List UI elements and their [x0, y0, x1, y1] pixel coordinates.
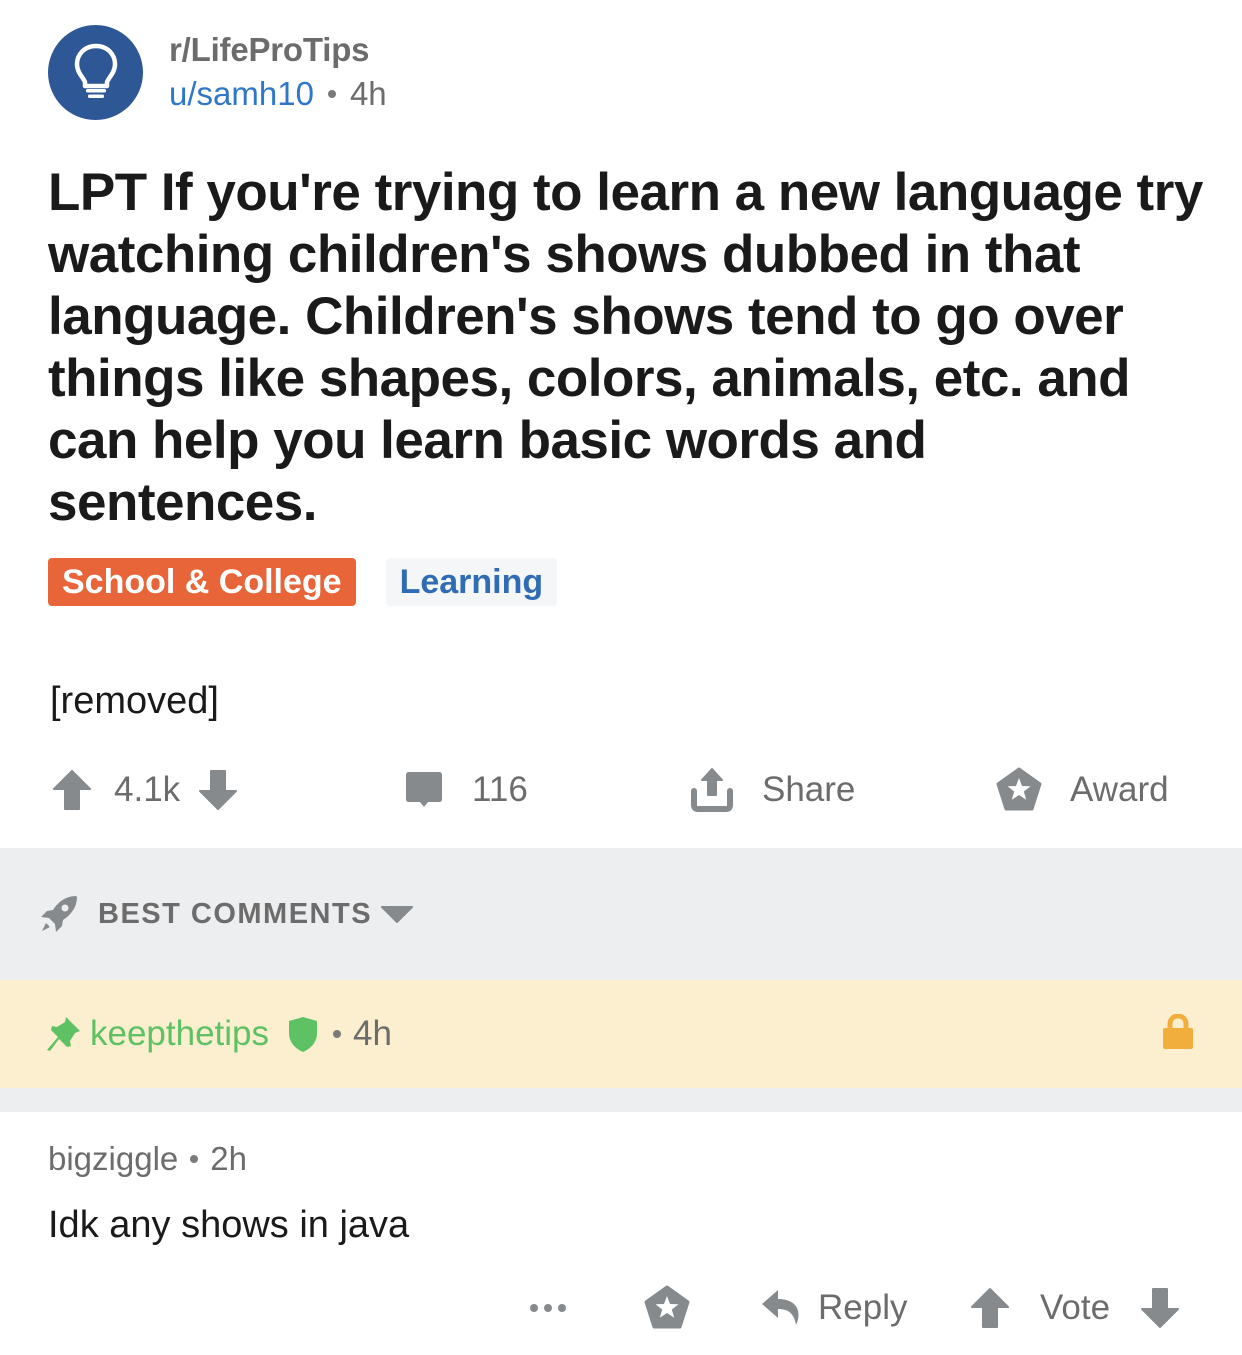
separator-dot	[327, 90, 336, 98]
post-action-bar: 4.1k 116 Share Award	[0, 750, 1242, 848]
share-button[interactable]: Share	[690, 750, 873, 830]
subreddit-avatar[interactable]	[48, 24, 143, 120]
comment-award-button[interactable]	[644, 1270, 690, 1346]
separator-dot	[333, 1030, 342, 1038]
comment: bigziggle 2h Idk any shows in java	[48, 1140, 409, 1247]
post-age: 4h	[349, 75, 387, 112]
downvote-icon[interactable]	[198, 769, 238, 811]
post-score: 4.1k	[114, 770, 181, 809]
sort-label: BEST COMMENTS	[98, 897, 373, 930]
comment-author[interactable]: bigziggle	[48, 1140, 178, 1178]
vote-group: 4.1k	[52, 750, 238, 830]
comment-count: 116	[472, 770, 528, 809]
award-icon	[644, 1285, 690, 1329]
separator-dot	[190, 1155, 199, 1163]
comment-sort-bar[interactable]: BEST COMMENTS	[0, 848, 1242, 980]
reply-label: Reply	[818, 1288, 908, 1327]
stickied-comment[interactable]: keepthetips 4h	[0, 980, 1242, 1088]
pin-icon	[47, 1017, 80, 1051]
share-label: Share	[762, 770, 856, 809]
comment-body: Idk any shows in java	[48, 1204, 410, 1246]
award-label: Award	[1070, 770, 1169, 809]
section-divider	[0, 1088, 1242, 1112]
rocket-icon	[41, 896, 77, 932]
flair-school-college[interactable]: School & College	[48, 558, 356, 606]
comments-button[interactable]: 116	[404, 750, 546, 830]
post-body: [removed]	[50, 680, 219, 722]
lock-icon	[1163, 1014, 1193, 1049]
moderator-name[interactable]: keepthetips	[90, 1014, 269, 1054]
award-button[interactable]: Award	[996, 750, 1187, 830]
vote-label: Vote	[1040, 1288, 1111, 1327]
upvote-icon[interactable]	[52, 769, 92, 811]
flair-list: School & College Learning	[48, 558, 558, 606]
stickied-age: 4h	[353, 1014, 392, 1053]
downvote-icon[interactable]	[1140, 1287, 1180, 1329]
upvote-icon[interactable]	[970, 1287, 1010, 1329]
comment-action-bar: Reply Vote	[0, 1270, 1242, 1350]
subreddit-name[interactable]: r/LifeProTips	[169, 31, 387, 69]
reply-button[interactable]: Reply	[760, 1270, 907, 1346]
lightbulb-icon	[74, 43, 117, 98]
flair-learning[interactable]: Learning	[385, 558, 558, 606]
more-options-button[interactable]	[528, 1270, 568, 1346]
comment-age: 2h	[210, 1140, 247, 1177]
post-author[interactable]: u/samh10	[169, 75, 314, 113]
post-header: r/LifeProTips u/samh10 4h	[48, 24, 387, 120]
award-icon	[996, 767, 1042, 811]
comment-vote-group: Vote	[970, 1270, 1180, 1346]
share-icon	[691, 768, 733, 812]
reply-arrow-icon	[762, 1290, 799, 1325]
more-dots-icon	[530, 1304, 566, 1312]
moderator-shield-icon	[289, 1017, 318, 1052]
comment-bubble-icon	[406, 772, 442, 807]
caret-down-icon	[381, 906, 414, 923]
post-title: LPT If you're trying to learn a new lang…	[48, 163, 1203, 532]
